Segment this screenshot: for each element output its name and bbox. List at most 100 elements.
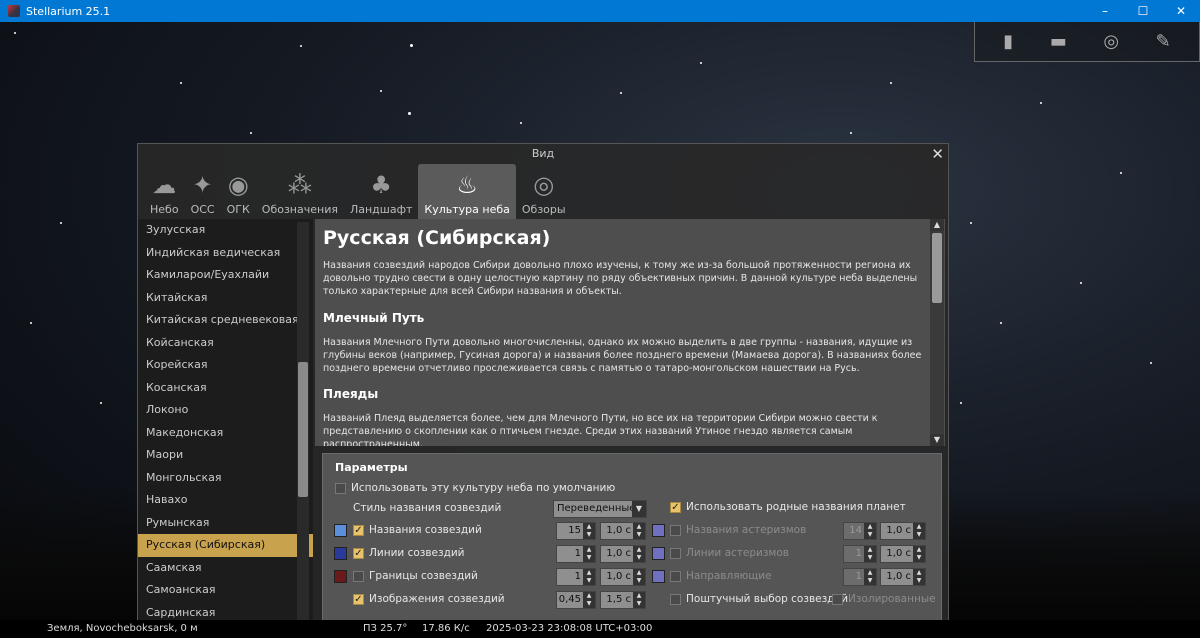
trash-icon[interactable]: ▮ bbox=[1003, 31, 1013, 52]
asterism-names-color-swatch[interactable] bbox=[652, 524, 665, 537]
guides-fade[interactable]: 1,0 с ▲ ▼ bbox=[880, 568, 926, 586]
list-item[interactable]: Койсанская bbox=[138, 332, 313, 355]
native-planets-label: Использовать родные названия планет bbox=[686, 501, 906, 513]
default-culture-label: Использовать эту культуру неба по умолча… bbox=[351, 482, 616, 494]
sky-culture-list[interactable]: Зулусская Индийская ведическая Камиларои… bbox=[138, 219, 313, 624]
ast-names-checkbox[interactable] bbox=[670, 525, 681, 536]
culture-title: Русская (Сибирская) bbox=[323, 227, 551, 249]
default-culture-checkbox[interactable] bbox=[335, 483, 346, 494]
const-names-label: Названия созвездий bbox=[369, 524, 482, 536]
tab-dso[interactable]: ◉ ОГК bbox=[221, 164, 256, 219]
minimize-button[interactable]: – bbox=[1086, 0, 1124, 22]
fps-text: 17.86 К/с bbox=[422, 623, 470, 634]
display-icon[interactable]: ▬ bbox=[1050, 31, 1067, 52]
list-item[interactable]: Монгольская bbox=[138, 467, 313, 490]
list-item[interactable]: Локоно bbox=[138, 399, 313, 422]
scrollbar-thumb[interactable] bbox=[932, 233, 942, 303]
section-heading: Млечный Путь bbox=[323, 311, 425, 325]
dialog-title: Вид bbox=[531, 147, 555, 160]
const-names-fade[interactable]: 1,0 с ▲ ▼ bbox=[600, 522, 646, 540]
name-style-select[interactable]: Переведенные ▼ bbox=[553, 500, 647, 518]
list-item[interactable]: Камиларои/Еуахлайи bbox=[138, 264, 313, 287]
desc-paragraph: Названия Млечного Пути довольно многочис… bbox=[323, 337, 922, 374]
const-bounds-label: Границы созвездий bbox=[369, 570, 478, 582]
tab-label: Обзоры bbox=[521, 203, 566, 216]
const-art-brightness[interactable]: 0,45 ▲ ▼ bbox=[556, 591, 596, 609]
const-names-size[interactable]: 15 ▲ ▼ bbox=[556, 522, 596, 540]
markings-icon: ⁂ bbox=[287, 171, 312, 199]
ast-names-fade[interactable]: 1,0 с ▲ ▼ bbox=[880, 522, 926, 540]
const-bounds-checkbox[interactable] bbox=[353, 571, 364, 582]
location-text: Земля, Novocheboksarsk, 0 м bbox=[47, 623, 198, 634]
culture-description: Русская (Сибирская) Названия созвездий н… bbox=[315, 219, 945, 446]
scrollbar-thumb[interactable] bbox=[298, 362, 308, 497]
tab-label: Культура неба bbox=[424, 203, 510, 216]
close-window-button[interactable]: ✕ bbox=[1162, 0, 1200, 22]
asterism-lines-color-swatch[interactable] bbox=[652, 547, 665, 560]
fov-text: ПЗ 25.7° bbox=[363, 623, 408, 634]
list-item[interactable]: Навахо bbox=[138, 489, 313, 512]
name-style-value: Переведенные bbox=[557, 503, 636, 514]
name-style-label: Стиль названия созвездий bbox=[353, 502, 502, 514]
tab-surveys[interactable]: ◎ Обзоры bbox=[516, 164, 572, 219]
list-item-selected[interactable]: Русская (Сибирская) bbox=[138, 534, 313, 557]
desc-paragraph: Названия созвездий народов Сибири доволь… bbox=[323, 260, 918, 297]
galaxy-icon: ◉ bbox=[227, 171, 249, 199]
tab-sso[interactable]: ✦ ОСС bbox=[185, 164, 221, 219]
list-item[interactable]: Маори bbox=[138, 444, 313, 467]
guides-color-swatch[interactable] bbox=[652, 570, 665, 583]
const-bounds-width[interactable]: 1 ▲ ▼ bbox=[556, 568, 596, 586]
list-item[interactable]: Индийская ведическая bbox=[138, 242, 313, 265]
list-item[interactable]: Самоанская bbox=[138, 579, 313, 602]
list-item[interactable]: Китайская bbox=[138, 287, 313, 310]
const-lines-width[interactable]: 1 ▲ ▼ bbox=[556, 545, 596, 563]
target-icon[interactable]: ◎ bbox=[1103, 31, 1119, 52]
tab-sky[interactable]: ☁ Небо bbox=[144, 164, 185, 219]
tab-sky-culture[interactable]: ♨ Культура неба bbox=[418, 164, 516, 219]
bounds-color-swatch[interactable] bbox=[334, 570, 347, 583]
scroll-up-icon[interactable]: ▲ bbox=[930, 219, 944, 231]
const-art-fade[interactable]: 1,5 с ▲ ▼ bbox=[600, 591, 646, 609]
isolated-checkbox[interactable] bbox=[832, 594, 843, 605]
ast-lines-checkbox[interactable] bbox=[670, 548, 681, 559]
dialog-close-button[interactable]: ✕ bbox=[931, 144, 944, 164]
list-item[interactable]: Корейская bbox=[138, 354, 313, 377]
maximize-button[interactable]: ☐ bbox=[1124, 0, 1162, 22]
scroll-down-icon[interactable]: ▼ bbox=[930, 434, 944, 446]
ast-lines-fade[interactable]: 1,0 с ▲ ▼ bbox=[880, 545, 926, 563]
lines-color-swatch[interactable] bbox=[334, 547, 347, 560]
tab-landscape[interactable]: ♣ Ландшафт bbox=[344, 164, 418, 219]
const-lines-checkbox[interactable]: ✓ bbox=[353, 548, 364, 559]
list-item[interactable]: Македонская bbox=[138, 422, 313, 445]
campfire-icon: ♨ bbox=[456, 171, 478, 199]
ast-names-size[interactable]: 14 ▲ ▼ bbox=[843, 522, 877, 540]
tab-label: ОСС bbox=[190, 203, 215, 216]
tab-markings[interactable]: ⁂ Обозначения bbox=[256, 164, 344, 219]
native-planets-checkbox[interactable]: ✓ bbox=[670, 502, 681, 513]
names-color-swatch[interactable] bbox=[334, 524, 347, 537]
list-item[interactable]: Румынская bbox=[138, 512, 313, 535]
const-lines-fade[interactable]: 1,0 с ▲ ▼ bbox=[600, 545, 646, 563]
list-item[interactable]: Саамская bbox=[138, 557, 313, 580]
list-item[interactable]: Китайская средневековая bbox=[138, 309, 313, 332]
desc-paragraph: Названий Плеяд выделяется более, чем для… bbox=[323, 413, 878, 446]
tab-label: Обозначения bbox=[261, 203, 338, 216]
const-bounds-fade[interactable]: 1,0 с ▲ ▼ bbox=[600, 568, 646, 586]
list-item[interactable]: Зулусская bbox=[138, 219, 313, 242]
guides-width[interactable]: 1 ▲ ▼ bbox=[843, 568, 877, 586]
parameters-title: Параметры bbox=[335, 461, 408, 474]
const-art-checkbox[interactable]: ✓ bbox=[353, 594, 364, 605]
window-controls: – ☐ ✕ bbox=[1086, 0, 1200, 22]
description-scrollbar[interactable]: ▲ ▼ bbox=[930, 219, 944, 446]
window-title: Stellarium 25.1 bbox=[26, 4, 111, 18]
guides-checkbox[interactable] bbox=[670, 571, 681, 582]
single-select-checkbox[interactable] bbox=[670, 594, 681, 605]
list-item[interactable]: Косанская bbox=[138, 377, 313, 400]
ast-lines-width[interactable]: 1 ▲ ▼ bbox=[843, 545, 877, 563]
const-art-label: Изображения созвездий bbox=[369, 593, 505, 605]
window-titlebar: Stellarium 25.1 – ☐ ✕ bbox=[0, 0, 1200, 22]
top-right-toolbar: ▮ ▬ ◎ ✎ bbox=[974, 22, 1200, 62]
const-names-checkbox[interactable]: ✓ bbox=[353, 525, 364, 536]
culture-list-scrollbar[interactable] bbox=[297, 222, 309, 620]
wrench-icon[interactable]: ✎ bbox=[1156, 31, 1171, 52]
